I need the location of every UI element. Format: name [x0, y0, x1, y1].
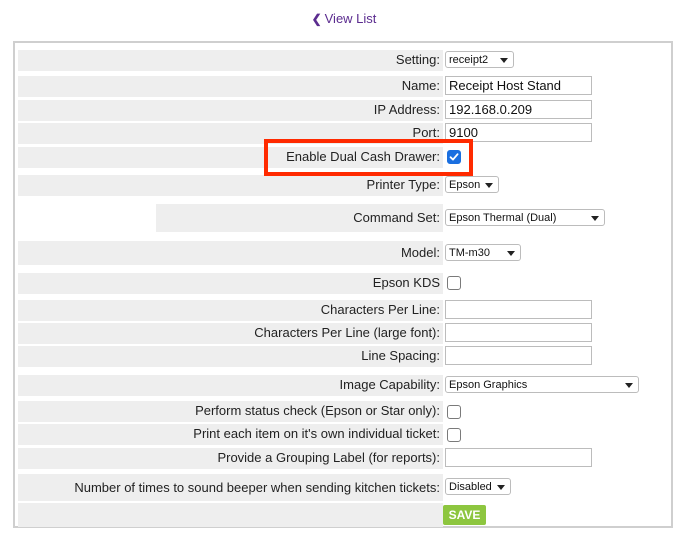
printer-type-value: Epson	[449, 179, 481, 191]
chevron-down-icon	[591, 216, 599, 221]
individual-ticket-label: Print each item on it's own individual t…	[18, 424, 443, 445]
beeper-label: Number of times to sound beeper when sen…	[18, 474, 443, 501]
characters-per-line-large-input[interactable]	[445, 323, 592, 342]
dual-cash-drawer-label: Enable Dual Cash Drawer:	[18, 147, 443, 168]
grouping-label-input[interactable]	[445, 448, 592, 467]
line-spacing-label: Line Spacing:	[18, 346, 443, 367]
port-label: Port:	[18, 123, 443, 144]
individual-ticket-checkbox[interactable]	[447, 428, 461, 442]
save-button[interactable]: SAVE	[443, 505, 486, 525]
view-list-label: View List	[324, 11, 377, 26]
epson-kds-checkbox[interactable]	[447, 276, 461, 290]
chevron-down-icon	[497, 485, 505, 490]
characters-per-line-input[interactable]	[445, 300, 592, 319]
grouping-label-label: Provide a Grouping Label (for reports):	[18, 448, 443, 469]
status-check-checkbox[interactable]	[447, 405, 461, 419]
image-capability-value: Epson Graphics	[449, 379, 528, 391]
epson-kds-label: Epson KDS	[18, 273, 443, 294]
setting-select[interactable]: receipt2	[445, 51, 514, 68]
beeper-value: Disabled	[449, 481, 492, 493]
printer-settings-form: Setting: receipt2 Name: Receipt Host Sta…	[13, 41, 673, 528]
name-label: Name:	[18, 76, 443, 97]
beeper-select[interactable]: Disabled	[445, 478, 511, 495]
image-capability-label: Image Capability:	[18, 375, 443, 396]
save-row-spacer	[18, 503, 443, 527]
setting-label: Setting:	[18, 50, 443, 71]
line-spacing-input[interactable]	[445, 346, 592, 365]
chevron-left-icon: ❮	[311, 12, 322, 26]
characters-per-line-label: Characters Per Line:	[18, 300, 443, 321]
characters-per-line-large-label: Characters Per Line (large font):	[18, 323, 443, 344]
model-value: TM-m30	[449, 247, 490, 259]
name-input[interactable]: Receipt Host Stand	[445, 76, 592, 95]
ip-address-label: IP Address:	[18, 100, 443, 121]
chevron-down-icon	[485, 183, 493, 188]
status-check-label: Perform status check (Epson or Star only…	[18, 401, 443, 422]
command-set-label: Command Set:	[156, 204, 443, 232]
port-input[interactable]: 9100	[445, 123, 592, 142]
model-label: Model:	[18, 241, 443, 265]
command-set-select[interactable]: Epson Thermal (Dual)	[445, 209, 605, 226]
setting-value: receipt2	[449, 54, 489, 66]
command-set-value: Epson Thermal (Dual)	[449, 212, 557, 224]
printer-type-select[interactable]: Epson	[445, 176, 499, 193]
image-capability-select[interactable]: Epson Graphics	[445, 376, 639, 393]
printer-type-label: Printer Type:	[18, 175, 443, 196]
checkmark-icon	[449, 153, 459, 161]
chevron-down-icon	[625, 383, 633, 388]
chevron-down-icon	[500, 58, 508, 63]
chevron-down-icon	[507, 251, 515, 256]
model-select[interactable]: TM-m30	[445, 244, 521, 261]
ip-address-input[interactable]: 192.168.0.209	[445, 100, 592, 119]
dual-cash-drawer-checkbox[interactable]	[447, 150, 461, 164]
divider	[18, 204, 156, 205]
view-list-link[interactable]: ❮ View List	[0, 11, 688, 26]
